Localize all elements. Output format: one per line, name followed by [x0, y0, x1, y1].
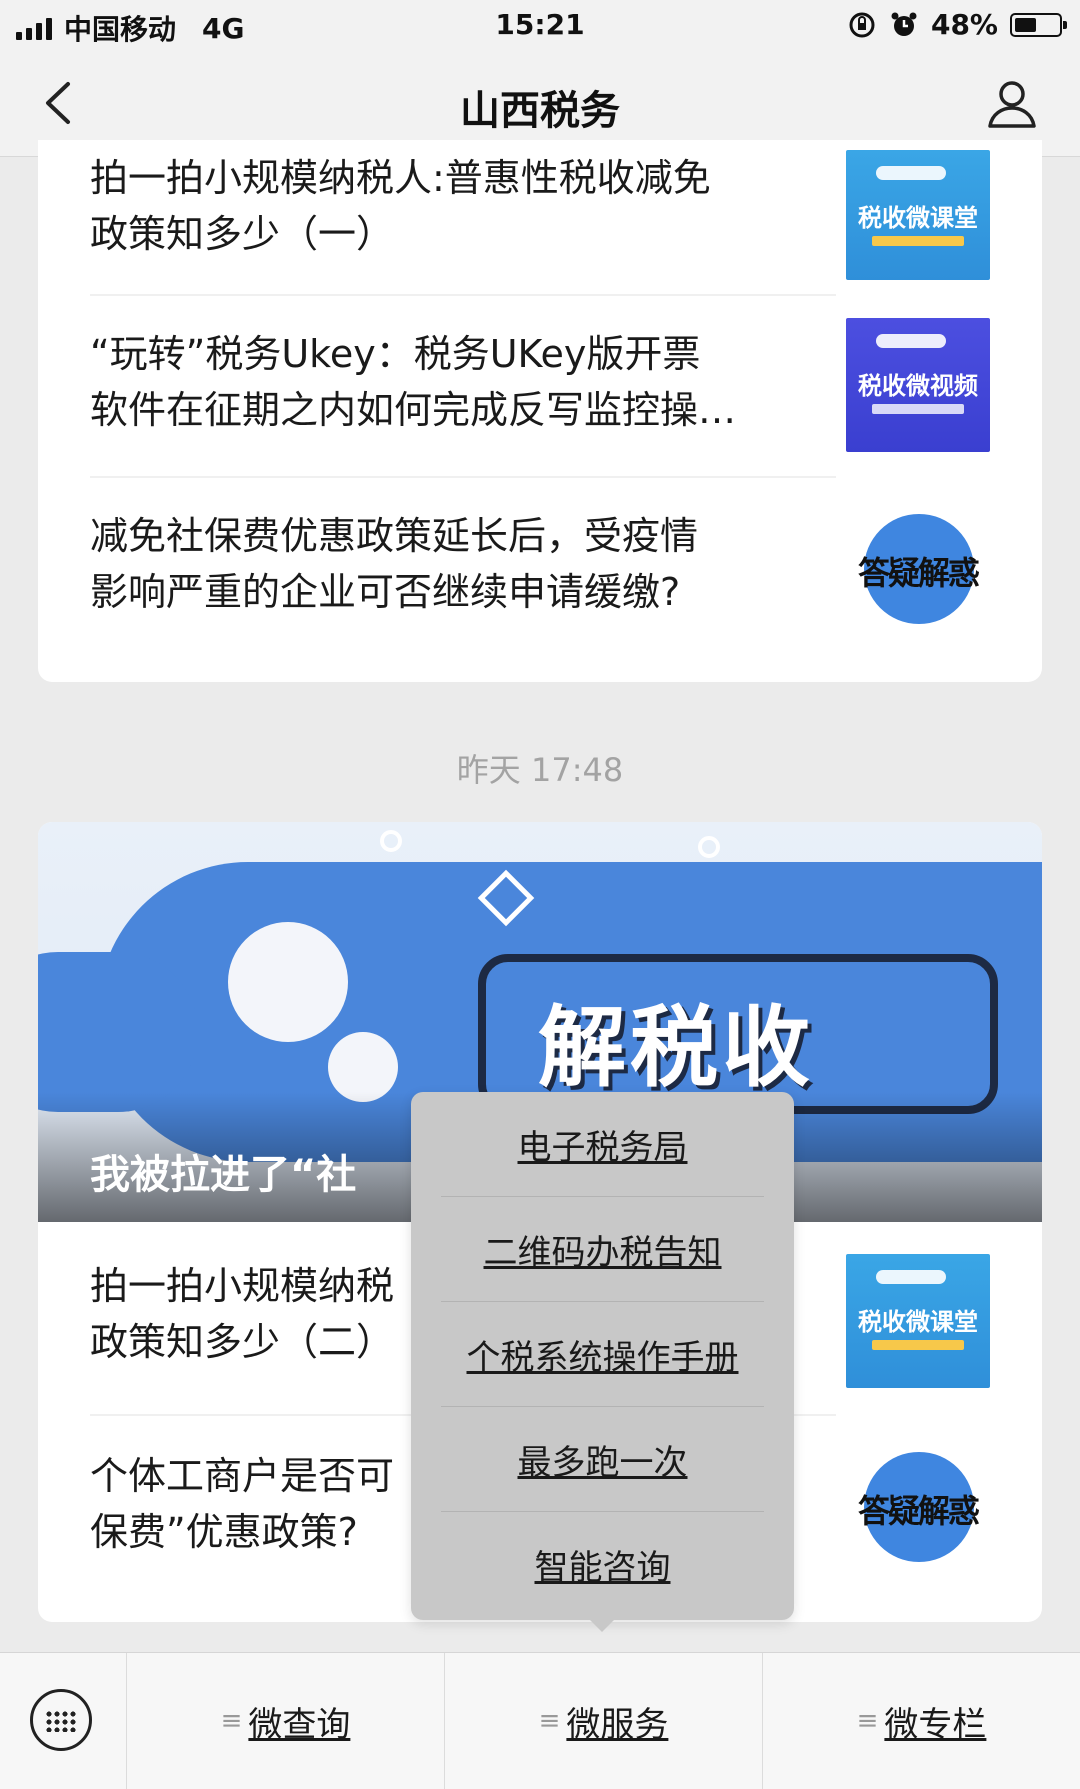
thumbnail-label: 答疑解惑: [857, 554, 980, 592]
popup-arrow: [588, 1618, 616, 1632]
article-title: 减免社保费优惠政策延长后，受疫情 影响严重的企业可否继续申请缓缴?: [90, 514, 699, 614]
menu-item-e-tax-bureau[interactable]: 电子税务局: [441, 1092, 764, 1196]
menu-item-iit-manual[interactable]: 个税系统操作手册: [441, 1302, 764, 1406]
menu-button-query[interactable]: ≡ 微查询: [127, 1653, 445, 1789]
thumbnail-label: 税收微视频: [858, 372, 978, 400]
article-item[interactable]: 拍一拍小规模纳税人:普惠性税收减免 政策知多少（一） 税收微课堂: [90, 150, 990, 280]
page-title: 山西税务: [460, 88, 620, 134]
alarm-icon: [891, 12, 917, 36]
menu-button-column[interactable]: ≡ 微专栏: [763, 1653, 1080, 1789]
banner-headline: 解税收: [538, 996, 815, 1099]
article-thumbnail: 税收微视频: [846, 318, 990, 452]
battery-percent: 48%: [930, 8, 998, 41]
menu-item-one-visit[interactable]: 最多跑一次: [441, 1407, 764, 1511]
status-right: 48%: [847, 8, 1067, 41]
article-card-top: 拍一拍小规模纳税人:普惠性税收减免 政策知多少（一） 税收微课堂 “玩转”税务U…: [38, 140, 1042, 682]
keyboard-icon: [30, 1689, 92, 1751]
banner-caption: 我被拉进了“社: [90, 1152, 357, 1198]
gear-icon: [228, 922, 348, 1042]
menu-lines-icon: ≡: [538, 1706, 561, 1736]
person-icon[interactable]: [984, 76, 1040, 132]
menu-lines-icon: ≡: [856, 1706, 879, 1736]
dot-icon: [380, 830, 402, 852]
menu-button-label: 微服务: [566, 1704, 669, 1745]
article-title: “玩转”税务Ukey：税务UKey版开票 软件在征期之内如何完成反写监控操…: [90, 332, 737, 432]
battery-icon: [1010, 12, 1067, 37]
keyboard-toggle-button[interactable]: [0, 1653, 127, 1789]
thumbnail-label: 答疑解惑: [857, 1492, 980, 1530]
thumbnail-label: 税收微课堂: [858, 1308, 978, 1336]
menu-button-service[interactable]: ≡ 微服务: [445, 1653, 763, 1789]
article-thumbnail: 答疑解惑: [846, 504, 990, 638]
article-thumbnail: 税收微课堂: [846, 150, 990, 280]
menu-button-label: 微查询: [248, 1704, 351, 1745]
status-bar: 中国移动 4G 15:21 48%: [0, 0, 1080, 52]
thumbnail-label: 税收微课堂: [858, 204, 978, 232]
menu-button-label: 微专栏: [884, 1704, 987, 1745]
menu-item-smart-consult[interactable]: 智能咨询: [441, 1512, 764, 1616]
article-thumbnail: 税收微课堂: [846, 1254, 990, 1388]
article-item[interactable]: “玩转”税务Ukey：税务UKey版开票 软件在征期之内如何完成反写监控操… 税…: [90, 318, 990, 452]
divider: [90, 476, 836, 478]
article-title: 拍一拍小规模纳税人:普惠性税收减免 政策知多少（一）: [90, 156, 711, 256]
service-popup-menu: 电子税务局 二维码办税告知 个税系统操作手册 最多跑一次 智能咨询: [411, 1092, 794, 1620]
article-thumbnail: 答疑解惑: [846, 1442, 990, 1576]
menu-lines-icon: ≡: [220, 1706, 243, 1736]
bottom-menu-bar: ≡ 微查询 ≡ 微服务 ≡ 微专栏: [0, 1652, 1080, 1789]
menu-item-qr-tax-notice[interactable]: 二维码办税告知: [441, 1197, 764, 1301]
rotation-lock-icon: [849, 12, 875, 37]
message-timestamp: 昨天 17:48: [456, 751, 624, 789]
divider: [90, 294, 836, 296]
article-item[interactable]: 减免社保费优惠政策延长后，受疫情 影响严重的企业可否继续申请缓缴? 答疑解惑: [90, 500, 990, 640]
dot-icon: [698, 836, 720, 858]
